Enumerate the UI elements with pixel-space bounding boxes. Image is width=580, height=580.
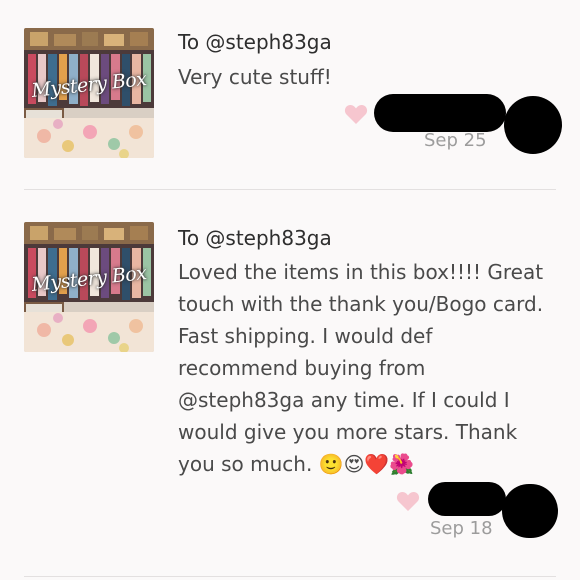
listing-thumbnail[interactable]: Mystery Box <box>24 222 154 352</box>
listing-thumbnail[interactable]: Mystery Box <box>24 28 154 158</box>
redacted-username <box>428 482 506 516</box>
redacted-avatar <box>502 484 558 538</box>
heart-icon[interactable] <box>396 490 420 512</box>
review-item: Mystery Box To @steph83ga Loved the item… <box>0 190 580 580</box>
review-comment-text: Loved the items in this box!!!! Great to… <box>178 260 544 476</box>
recipient-label: To @steph83ga <box>178 226 332 250</box>
review-date: Sep 25 <box>424 130 487 151</box>
recipient-label: To @steph83ga <box>178 30 332 54</box>
redacted-username <box>374 94 506 132</box>
redacted-avatar <box>504 96 562 154</box>
review-comment: Loved the items in this box!!!! Great to… <box>178 256 558 480</box>
review-item: Mystery Box To @steph83ga Very cute stuf… <box>0 0 580 190</box>
review-emojis: 🙂😍❤️🌺 <box>318 452 415 476</box>
divider <box>24 576 556 577</box>
review-comment: Very cute stuff! <box>178 65 332 89</box>
heart-icon[interactable] <box>344 103 368 125</box>
review-date: Sep 18 <box>430 518 493 539</box>
